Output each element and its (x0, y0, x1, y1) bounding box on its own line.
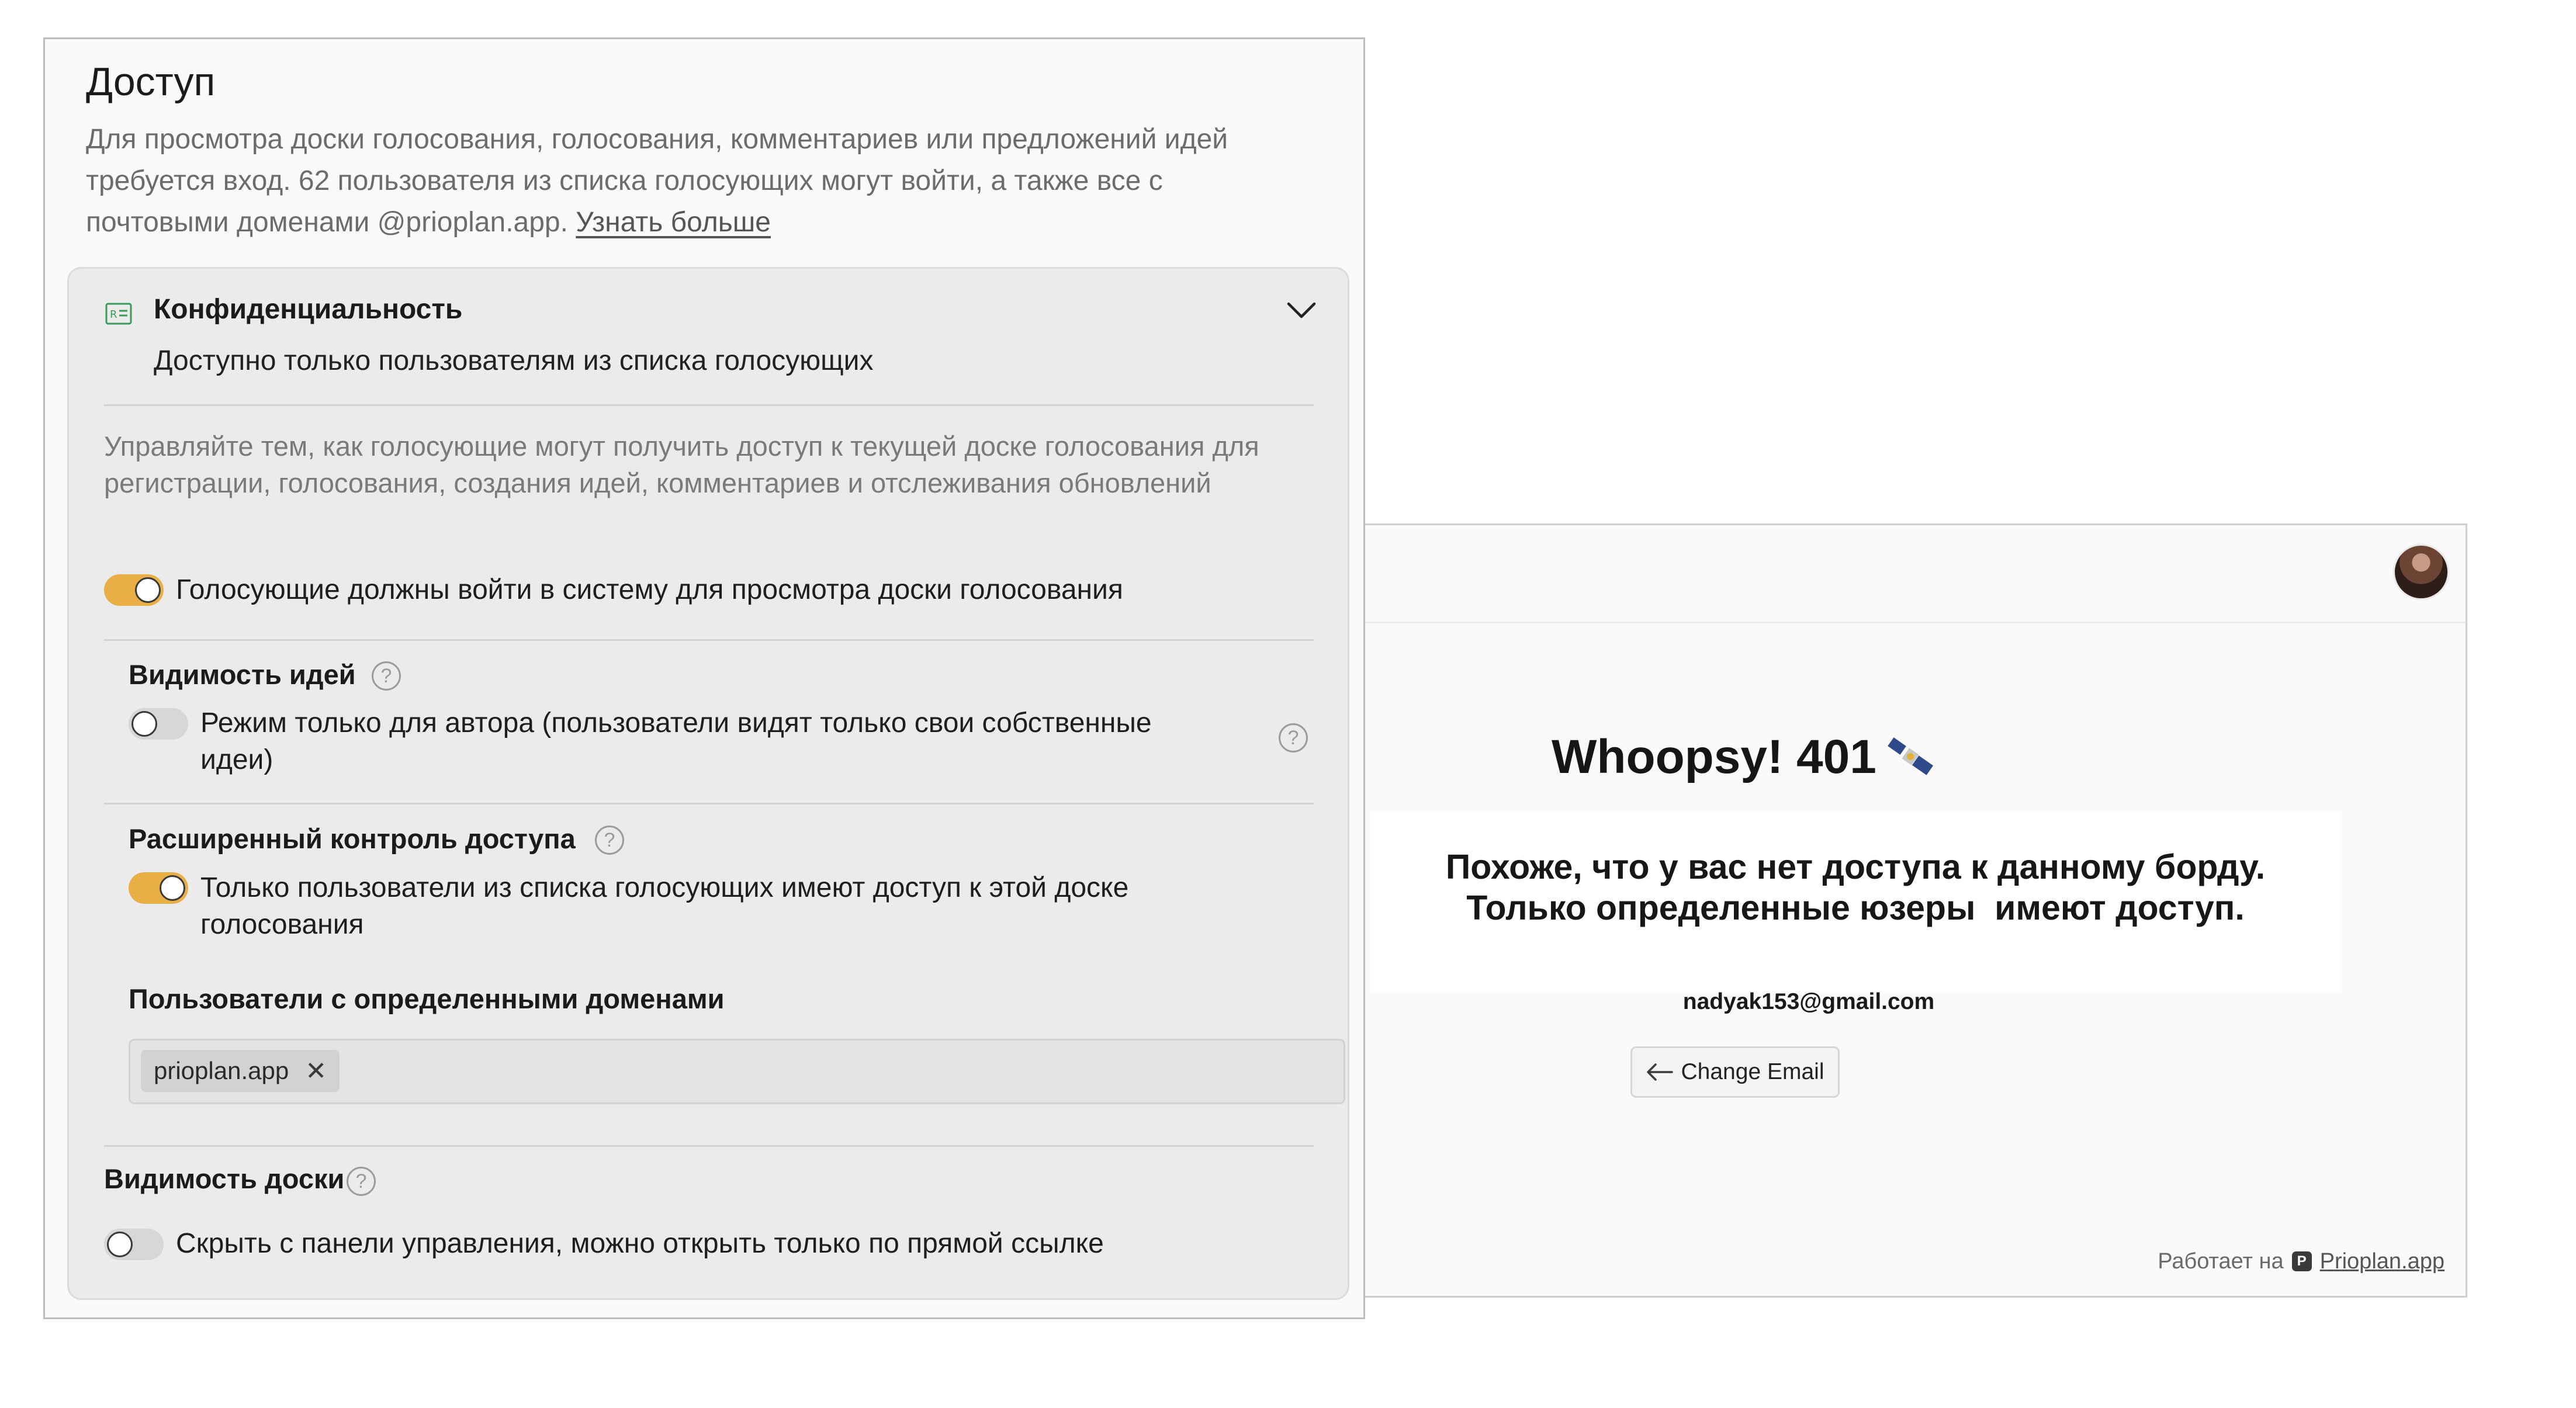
error-page-window: Whoopsy! 401 Похоже, что у вас нет досту… (1357, 523, 2467, 1298)
access-description: Для просмотра доски голосования, голосов… (86, 119, 1313, 243)
divider (104, 404, 1314, 406)
toggle-knob (160, 875, 185, 901)
error-title-text: Whoopsy! 401 (1552, 730, 1876, 783)
prioplan-link[interactable]: Prioplan.app (2320, 1249, 2445, 1274)
advanced-access-toggle[interactable] (129, 872, 188, 904)
powered-by: Работает на P Prioplan.app (2158, 1247, 2445, 1276)
help-icon[interactable]: ? (1279, 723, 1308, 752)
user-avatar[interactable] (2393, 544, 2449, 600)
prioplan-logo-icon: P (2291, 1251, 2312, 1271)
change-email-label: Change Email (1681, 1059, 1824, 1084)
privacy-title: Конфиденциальность (154, 294, 463, 325)
help-icon[interactable]: ? (347, 1167, 376, 1196)
error-message: Похоже, что у вас нет доступа к данному … (1370, 847, 2340, 928)
divider (104, 639, 1314, 641)
toggle-knob (131, 711, 157, 737)
error-page-header (1359, 525, 2466, 623)
close-icon[interactable]: ✕ (305, 1056, 327, 1086)
toggle-knob (135, 577, 161, 603)
privacy-subtitle: Доступно только пользователям из списка … (154, 345, 874, 376)
svg-text:R: R (110, 308, 117, 321)
powered-by-text: Работает на (2158, 1249, 2284, 1274)
domains-input[interactable]: prioplan.app ✕ (129, 1039, 1345, 1104)
error-title: Whoopsy! 401 (1552, 725, 1984, 789)
ideas-visibility-title: Видимость идей (129, 659, 356, 690)
advanced-access-label: Только пользователи из списка голосующих… (200, 872, 1129, 940)
error-message-box: Похоже, что у вас нет доступа к данному … (1370, 811, 2340, 993)
arrow-left-icon (1646, 1063, 1673, 1081)
author-only-label: Режим только для автора (пользователи ви… (200, 708, 1152, 775)
user-email: nadyak153@gmail.com (1682, 989, 1935, 1014)
change-email-button[interactable]: Change Email (1630, 1046, 1840, 1098)
domain-chip-label: prioplan.app (154, 1057, 289, 1084)
satellite-icon (1888, 737, 1933, 775)
domain-chip: prioplan.app ✕ (141, 1050, 340, 1092)
login-required-toggle[interactable] (104, 574, 164, 606)
board-visibility-title: Видимость доски (104, 1163, 345, 1194)
learn-more-link[interactable]: Узнать больше (576, 207, 771, 238)
access-title: Доступ (86, 60, 216, 104)
board-visibility-label: Скрыть с панели управления, можно открыт… (176, 1228, 1104, 1259)
divider (104, 803, 1314, 804)
domains-title: Пользователи с определенными доменами (129, 983, 725, 1014)
error-message-line-2: Только определенные юзеры имеют доступ. (1466, 889, 2245, 927)
chevron-down-icon[interactable] (1286, 299, 1317, 322)
access-settings-window: Доступ Для просмотра доски голосования, … (43, 37, 1365, 1319)
help-icon[interactable]: ? (595, 826, 624, 855)
advanced-access-title: Расширенный контроль доступа (129, 823, 576, 854)
privacy-badge-icon: R (105, 303, 132, 325)
error-message-line-1: Похоже, что у вас нет доступа к данному … (1445, 848, 2266, 886)
login-required-label: Голосующие должны войти в систему для пр… (176, 574, 1123, 605)
divider (104, 1145, 1314, 1147)
privacy-card: R Конфиденциальность Доступно только пол… (67, 267, 1349, 1300)
toggle-knob (107, 1232, 133, 1257)
author-only-toggle[interactable] (129, 708, 188, 740)
board-visibility-toggle[interactable] (104, 1229, 164, 1260)
help-icon[interactable]: ? (372, 661, 401, 691)
privacy-help-text: Управляйте тем, как голосующие могут пол… (104, 431, 1259, 498)
